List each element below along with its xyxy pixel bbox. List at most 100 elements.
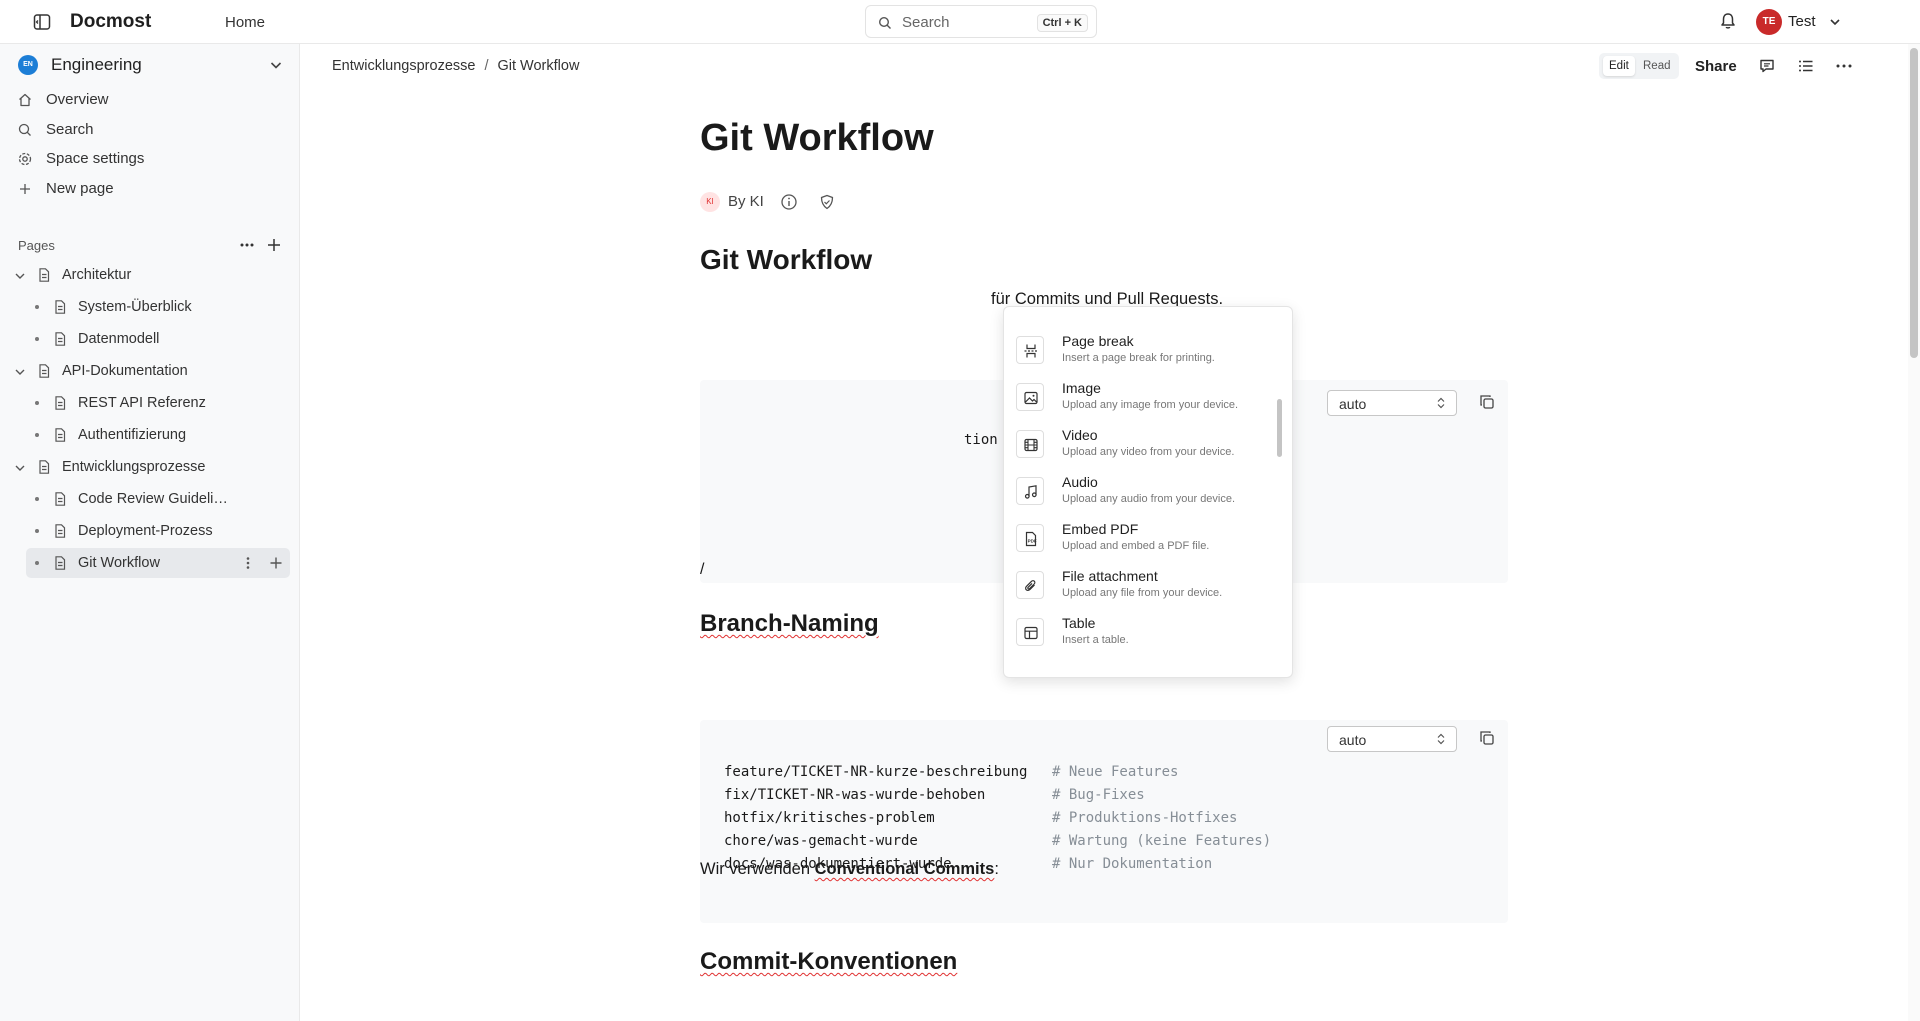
breadcrumb-separator: / bbox=[484, 58, 489, 74]
chevron-down-icon[interactable] bbox=[14, 270, 26, 282]
menu-item-title: Image bbox=[1062, 380, 1101, 396]
more-horizontal-icon[interactable] bbox=[1834, 57, 1854, 75]
code-comment: # Produktions-Hotfixes bbox=[1052, 810, 1238, 826]
page-scrollbar[interactable] bbox=[1908, 44, 1920, 1021]
tree-item-deployment-prozess[interactable]: Deployment-Prozess bbox=[10, 516, 290, 546]
sidebar: EN Engineering Overview Search Space set… bbox=[0, 44, 300, 1021]
slash-command-menu: Page break Insert a page break for print… bbox=[1003, 306, 1293, 678]
document-icon bbox=[36, 459, 52, 475]
code-language-select[interactable]: auto bbox=[1327, 726, 1457, 752]
tree-item-git-workflow[interactable]: Git Workflow bbox=[26, 548, 290, 578]
menu-item-title: File attachment bbox=[1062, 568, 1158, 584]
read-mode-button[interactable]: Read bbox=[1637, 56, 1677, 76]
share-button[interactable]: Share bbox=[1695, 58, 1737, 75]
menu-item-description: Upload any video from your device. bbox=[1062, 446, 1235, 458]
code-comment: # Wartung (keine Features) bbox=[1052, 833, 1272, 849]
select-arrows-icon bbox=[1436, 733, 1446, 745]
bullet-icon bbox=[35, 561, 39, 565]
page-break-icon bbox=[1016, 336, 1044, 364]
add-subpage-icon[interactable] bbox=[268, 555, 284, 571]
menu-item-title: Embed PDF bbox=[1062, 521, 1139, 537]
menu-item-file-attachment[interactable]: File attachment Upload any file from you… bbox=[1016, 564, 1272, 608]
info-icon[interactable] bbox=[780, 193, 798, 211]
tree-item-rest-api-referenz[interactable]: REST API Referenz bbox=[10, 388, 290, 418]
tree-item-label: Architektur bbox=[62, 267, 132, 283]
menu-scrollbar[interactable] bbox=[1277, 399, 1282, 457]
notifications-bell-icon[interactable] bbox=[1718, 11, 1738, 31]
space-switcher[interactable]: EN Engineering bbox=[18, 53, 286, 75]
sidebar-item-search[interactable]: Search bbox=[10, 116, 290, 144]
code-block-branch-naming[interactable]: auto feature/TICKET-NR-kurze-beschreibun… bbox=[700, 720, 1508, 923]
slash-command-text[interactable]: / bbox=[700, 561, 704, 579]
edit-mode-button[interactable]: Edit bbox=[1603, 56, 1635, 76]
tree-item-api-dokumentation[interactable]: API-Dokumentation bbox=[10, 356, 290, 386]
search-icon bbox=[17, 122, 33, 138]
bullet-icon bbox=[35, 305, 39, 309]
paperclip-icon bbox=[1016, 571, 1044, 599]
sidebar-item-label: Search bbox=[46, 121, 94, 138]
tree-item-architektur[interactable]: Architektur bbox=[10, 260, 290, 290]
section-heading-branch-naming[interactable]: Branch-Naming bbox=[700, 610, 879, 638]
copy-icon[interactable] bbox=[1478, 393, 1498, 413]
comments-icon[interactable] bbox=[1758, 57, 1776, 75]
bullet-icon bbox=[35, 401, 39, 405]
code-line: fix/TICKET-NR-was-wurde-behoben bbox=[724, 787, 986, 803]
shield-icon[interactable] bbox=[818, 193, 836, 211]
tree-item-entwicklungsprozesse[interactable]: Entwicklungsprozesse bbox=[10, 452, 290, 482]
tree-item-label: Entwicklungsprozesse bbox=[62, 459, 206, 475]
breadcrumb-item[interactable]: Entwicklungsprozesse bbox=[332, 58, 475, 74]
audio-icon bbox=[1016, 477, 1044, 505]
sidebar-item-new-page[interactable]: New page bbox=[10, 175, 290, 203]
menu-item-audio[interactable]: Audio Upload any audio from your device. bbox=[1016, 470, 1272, 514]
app-logo-text[interactable]: Docmost bbox=[70, 11, 151, 33]
home-icon bbox=[17, 92, 33, 108]
section-heading-commit-konventionen[interactable]: Commit-Konventionen bbox=[700, 948, 957, 976]
chevron-down-icon[interactable] bbox=[14, 366, 26, 378]
tree-item-label: REST API Referenz bbox=[78, 395, 206, 411]
tree-item-label: Code Review Guideli… bbox=[78, 491, 228, 507]
user-avatar: TE bbox=[1756, 9, 1782, 35]
more-vertical-icon[interactable] bbox=[240, 555, 256, 571]
page-scrollbar-thumb[interactable] bbox=[1910, 48, 1918, 358]
tree-item-system-ueberblick[interactable]: System-Überblick bbox=[10, 292, 290, 322]
code-language-value: auto bbox=[1339, 396, 1367, 412]
search-shortcut: Ctrl + K bbox=[1036, 14, 1088, 32]
tree-item-code-review-guidelines[interactable]: Code Review Guideli… bbox=[10, 484, 290, 514]
menu-item-table[interactable]: Table Insert a table. bbox=[1016, 611, 1272, 655]
search-button[interactable]: Search Ctrl + K bbox=[865, 5, 1097, 38]
sidebar-item-overview[interactable]: Overview bbox=[10, 86, 290, 114]
table-of-contents-icon[interactable] bbox=[1797, 57, 1815, 75]
menu-item-video[interactable]: Video Upload any video from your device. bbox=[1016, 423, 1272, 467]
sidebar-item-label: Space settings bbox=[46, 150, 145, 167]
pages-more-icon[interactable] bbox=[237, 235, 257, 255]
tree-item-label: Deployment-Prozess bbox=[78, 523, 213, 539]
menu-item-page-break[interactable]: Page break Insert a page break for print… bbox=[1016, 329, 1272, 373]
tree-item-label: System-Überblick bbox=[78, 299, 192, 315]
menu-item-image[interactable]: Image Upload any image from your device. bbox=[1016, 376, 1272, 420]
menu-item-title: Table bbox=[1062, 615, 1096, 631]
home-link[interactable]: Home bbox=[225, 14, 265, 31]
page-title[interactable]: Git Workflow bbox=[700, 117, 934, 160]
menu-item-description: Upload any audio from your device. bbox=[1062, 493, 1236, 505]
tree-item-datenmodell[interactable]: Datenmodell bbox=[10, 324, 290, 354]
search-icon bbox=[878, 16, 892, 30]
menu-item-embed-pdf[interactable]: PDF Embed PDF Upload and embed a PDF fil… bbox=[1016, 517, 1272, 561]
copy-icon[interactable] bbox=[1478, 729, 1498, 749]
content-heading[interactable]: Git Workflow bbox=[700, 244, 872, 276]
sidebar-item-label: New page bbox=[46, 180, 114, 197]
add-page-icon[interactable] bbox=[264, 235, 284, 255]
sidebar-toggle-icon[interactable] bbox=[32, 12, 52, 32]
document-icon bbox=[52, 395, 68, 411]
breadcrumb-item[interactable]: Git Workflow bbox=[498, 58, 580, 74]
gear-icon bbox=[17, 151, 33, 167]
code-line: hotfix/kritisches-problem bbox=[724, 810, 935, 826]
sidebar-item-space-settings[interactable]: Space settings bbox=[10, 145, 290, 173]
menu-item-title: Page break bbox=[1062, 333, 1134, 349]
commits-paragraph[interactable]: Wir verwenden Conventional Commits: bbox=[700, 860, 999, 879]
tree-item-authentifizierung[interactable]: Authentifizierung bbox=[10, 420, 290, 450]
plus-icon bbox=[17, 181, 33, 197]
chevron-down-icon[interactable] bbox=[14, 462, 26, 474]
pages-section-header: Pages bbox=[18, 238, 55, 253]
search-label: Search bbox=[902, 14, 950, 31]
code-language-select[interactable]: auto bbox=[1327, 390, 1457, 416]
